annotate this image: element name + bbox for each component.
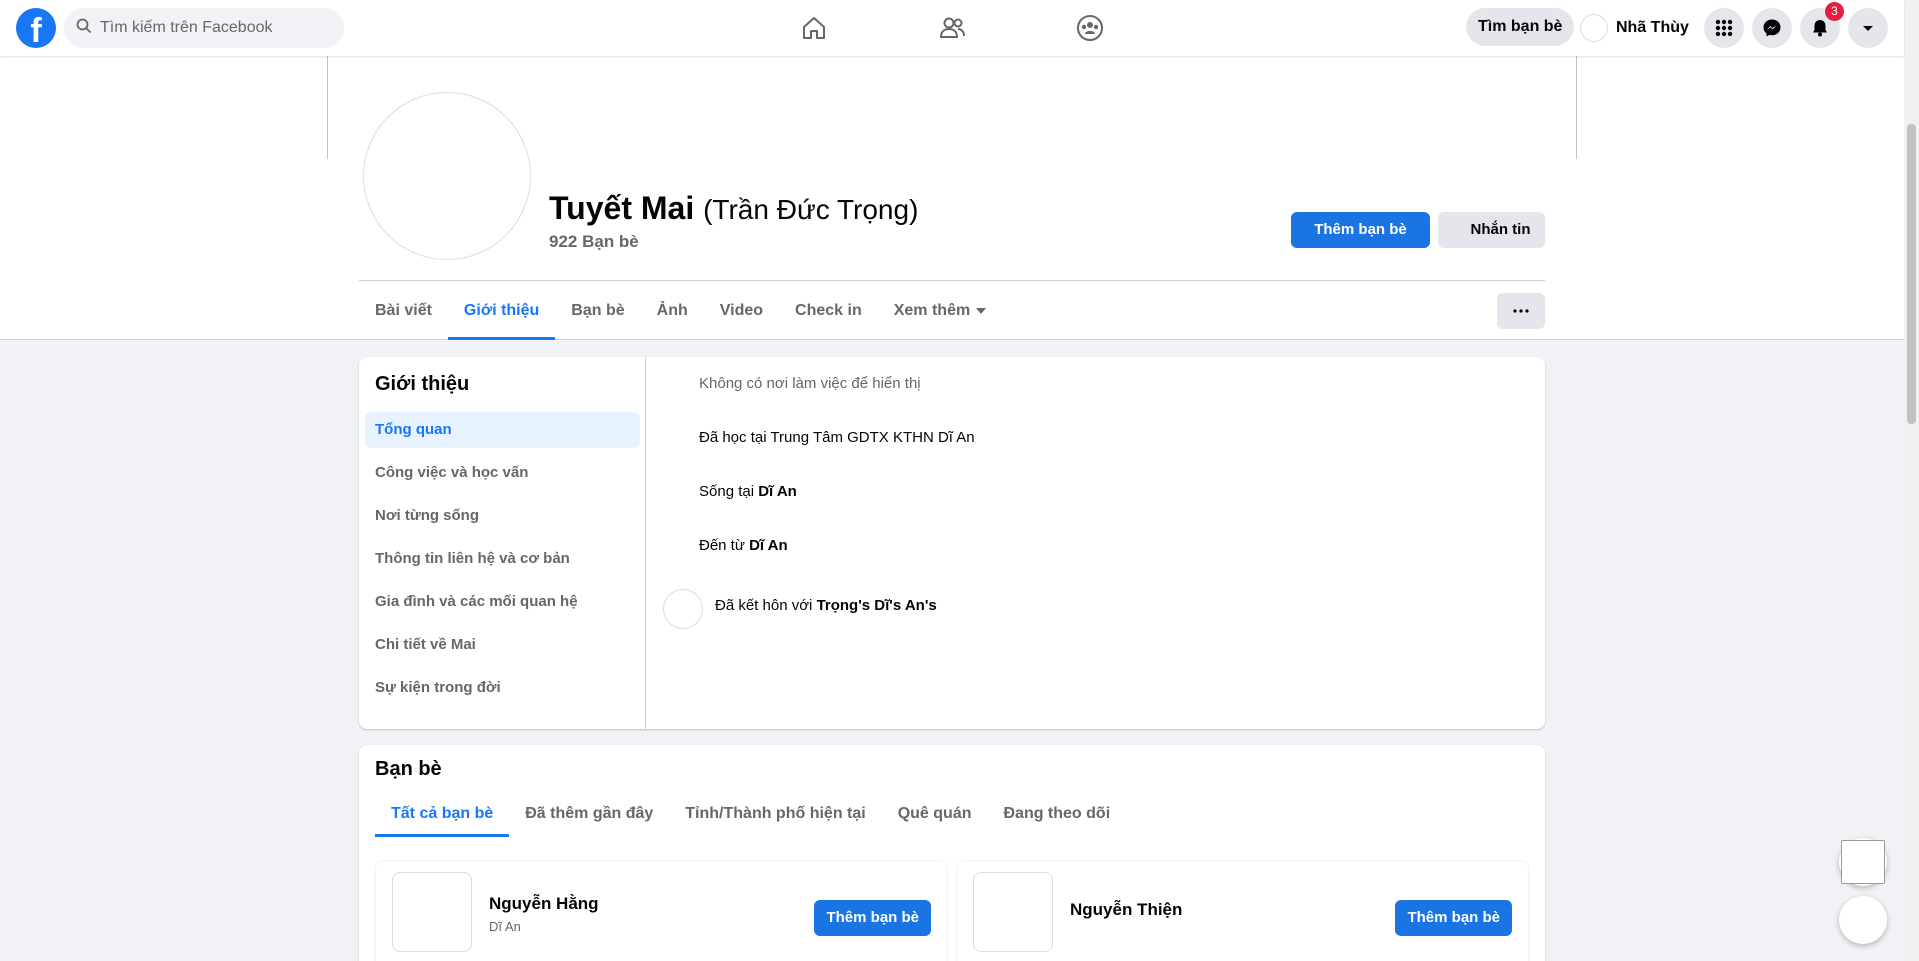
tab-friends[interactable]: Bạn bè <box>555 282 640 340</box>
friend-name[interactable]: Nguyễn Hằng <box>489 894 599 914</box>
chat-contact-button[interactable] <box>1839 838 1887 886</box>
about-nav-places-lived[interactable]: Nơi từng sống <box>365 498 640 534</box>
caret-down-icon <box>976 307 987 314</box>
current-city-info: Sống tại Dĩ An <box>699 483 797 500</box>
about-nav-overview[interactable]: Tổng quan <box>365 412 640 448</box>
tab-following[interactable]: Đang theo dõi <box>987 791 1126 837</box>
about-nav-family[interactable]: Gia đình và các mối quan hệ <box>365 584 640 620</box>
add-friend-button[interactable]: Thêm bạn bè <box>1291 212 1430 248</box>
about-title: Giới thiệu <box>375 373 470 395</box>
about-overview: Không có nơi làm việc để hiển thị Đã học… <box>647 357 1545 729</box>
tab-hometown[interactable]: Quê quán <box>882 791 988 837</box>
menu-grid-icon[interactable] <box>1704 8 1744 48</box>
notification-badge: 3 <box>1825 2 1844 21</box>
about-sidebar: Giới thiệu Tổng quan Công việc và học vấ… <box>359 357 646 729</box>
friends-icon[interactable] <box>934 10 970 46</box>
tab-about[interactable]: Giới thiệu <box>447 282 556 340</box>
avatar <box>1580 14 1608 42</box>
cover-photo-border <box>327 56 328 159</box>
divider <box>359 280 1545 281</box>
profile-picture[interactable] <box>363 92 531 260</box>
current-city-link[interactable]: Dĩ An <box>758 483 797 500</box>
relationship-info: Đã kết hôn với Trọng's Dĩ's An's <box>715 597 937 614</box>
profile-header: Tuyết Mai (Trần Đức Trọng) 922 Bạn bè Th… <box>0 56 1904 340</box>
avatar[interactable] <box>663 589 703 629</box>
caret-down-icon[interactable] <box>1848 8 1888 48</box>
friend-tile: Nguyễn Thiện Thêm bạn bè <box>956 860 1529 961</box>
new-message-button[interactable] <box>1839 896 1887 944</box>
friend-photo[interactable] <box>392 872 472 952</box>
add-friend-button[interactable]: Thêm bạn bè <box>814 900 931 936</box>
search-input[interactable] <box>100 19 320 37</box>
about-nav-details[interactable]: Chi tiết về Mai <box>365 627 640 663</box>
education-info[interactable]: Đã học tại Trung Tâm GDTX KTHN Dĩ An <box>699 429 975 446</box>
work-info: Không có nơi làm việc để hiển thị <box>699 375 921 392</box>
friends-title[interactable]: Bạn bè <box>375 758 442 781</box>
hometown-link[interactable]: Dĩ An <box>749 537 788 554</box>
about-card: Giới thiệu Tổng quan Công việc và học vấ… <box>359 357 1545 729</box>
tab-posts[interactable]: Bài viết <box>359 282 448 340</box>
friend-tile: Nguyễn Hằng Dĩ An Thêm bạn bè <box>375 860 948 961</box>
more-options-button[interactable] <box>1497 293 1545 329</box>
friend-name[interactable]: Nguyễn Thiện <box>1070 900 1182 920</box>
about-nav-life-events[interactable]: Sự kiện trong đời <box>365 670 640 706</box>
profile-shortcut[interactable]: Nhã Thùy <box>1580 10 1689 46</box>
cover-photo-border <box>1576 56 1577 159</box>
broken-image-icon <box>1841 840 1885 884</box>
display-name: Tuyết Mai <box>549 190 695 226</box>
add-friend-button[interactable]: Thêm bạn bè <box>1395 900 1512 936</box>
tab-all-friends[interactable]: Tất cả bạn bè <box>375 791 510 837</box>
hometown-info: Đến từ Dĩ An <box>699 537 788 554</box>
tab-check-ins[interactable]: Check in <box>779 282 878 340</box>
friend-count[interactable]: 922 Bạn bè <box>549 232 639 252</box>
tab-current-city[interactable]: Tỉnh/Thành phố hiện tại <box>669 791 881 837</box>
messenger-icon[interactable] <box>1752 8 1792 48</box>
tab-videos[interactable]: Video <box>704 282 779 340</box>
friend-photo[interactable] <box>973 872 1053 952</box>
scrollbar[interactable] <box>1904 0 1919 961</box>
facebook-logo[interactable]: f <box>16 8 56 48</box>
alternate-name: (Trần Đức Trọng) <box>703 194 919 225</box>
user-name: Nhã Thùy <box>1616 19 1689 36</box>
groups-icon[interactable] <box>1072 10 1108 46</box>
tab-recently-added[interactable]: Đã thêm gần đây <box>509 791 669 837</box>
tab-more[interactable]: Xem thêm <box>878 282 1002 340</box>
friends-tabs: Tất cả bạn bè Đã thêm gần đây Tỉnh/Thành… <box>375 791 1126 849</box>
ellipsis-icon <box>1513 309 1529 313</box>
about-nav: Tổng quan Công việc và học vấn Nơi từng … <box>365 412 640 713</box>
search-icon <box>76 18 92 39</box>
scrollbar-thumb[interactable] <box>1907 124 1916 424</box>
tab-photos[interactable]: Ảnh <box>641 282 704 340</box>
friends-card: Bạn bè Tất cả bạn bè Đã thêm gần đây Tỉn… <box>359 745 1545 961</box>
friend-location: Dĩ An <box>489 919 521 934</box>
profile-tabs: Bài viết Giới thiệu Bạn bè Ảnh Video Che… <box>359 282 1002 340</box>
find-friends-button[interactable]: Tìm bạn bè <box>1466 8 1575 46</box>
search-box[interactable] <box>64 8 344 48</box>
top-navigation-bar: f Tìm bạn bè Nhã Thùy 3 <box>0 0 1904 56</box>
home-icon[interactable] <box>796 10 832 46</box>
message-button[interactable]: Nhắn tin <box>1438 212 1545 248</box>
profile-name: Tuyết Mai (Trần Đức Trọng) <box>549 190 918 227</box>
about-nav-contact-info[interactable]: Thông tin liên hệ và cơ bản <box>365 541 640 577</box>
partner-link[interactable]: Trọng's Dĩ's An's <box>817 597 937 614</box>
about-nav-work-education[interactable]: Công việc và học vấn <box>365 455 640 491</box>
